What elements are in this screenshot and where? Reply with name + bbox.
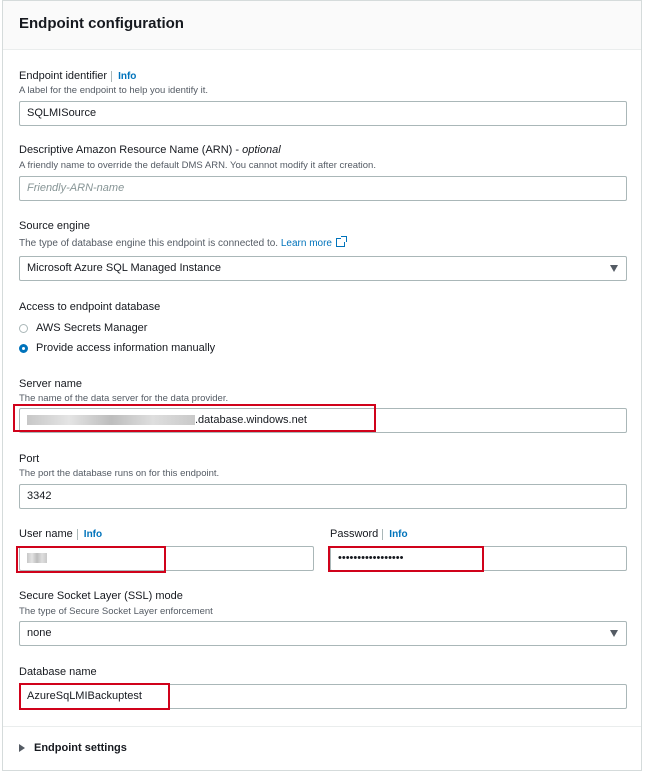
panel-title: Endpoint configuration xyxy=(19,15,184,32)
endpoint-identifier-label: Endpoint identifier Info xyxy=(19,70,137,82)
dropdown-arrow-icon xyxy=(610,630,618,637)
user-name-info-link[interactable]: Info xyxy=(76,529,103,540)
radio-label: Provide access information manually xyxy=(36,342,216,354)
source-engine-description: The type of database engine this endpoin… xyxy=(19,236,347,249)
port-input[interactable]: 3342 xyxy=(19,484,627,509)
radio-label: AWS Secrets Manager xyxy=(36,322,148,334)
ssl-mode-select[interactable]: none xyxy=(19,621,627,646)
port-description: The port the database runs on for this e… xyxy=(19,468,220,479)
endpoint-settings-expander[interactable]: Endpoint settings xyxy=(19,742,127,754)
ssl-mode-description: The type of Secure Socket Layer enforcem… xyxy=(19,606,213,617)
port-label: Port xyxy=(19,453,40,465)
arn-input[interactable]: Friendly-ARN-name xyxy=(19,176,627,201)
source-engine-description-text: The type of database engine this endpoin… xyxy=(19,238,279,249)
access-label: Access to endpoint database xyxy=(19,301,161,313)
arn-label: Descriptive Amazon Resource Name (ARN) -… xyxy=(19,144,281,156)
user-name-label: User name Info xyxy=(19,528,103,540)
endpoint-settings-label: Endpoint settings xyxy=(34,742,127,754)
learn-more-link[interactable]: Learn more xyxy=(281,238,332,249)
external-link-icon[interactable] xyxy=(336,236,347,247)
radio-aws-secrets-manager[interactable]: AWS Secrets Manager xyxy=(19,322,147,334)
source-engine-label: Source engine xyxy=(19,220,90,232)
highlight-box xyxy=(13,404,376,432)
ssl-mode-label: Secure Socket Layer (SSL) mode xyxy=(19,590,183,602)
server-name-description: The name of the data server for the data… xyxy=(19,393,229,404)
endpoint-identifier-description: A label for the endpoint to help you ide… xyxy=(19,85,209,96)
arn-optional-text: optional xyxy=(242,144,281,156)
radio-provide-access-manually[interactable]: Provide access information manually xyxy=(19,342,215,354)
source-engine-select[interactable]: Microsoft Azure SQL Managed Instance xyxy=(19,256,627,281)
password-label: Password Info xyxy=(330,528,408,540)
endpoint-identifier-input[interactable]: SQLMISource xyxy=(19,101,627,126)
database-name-label: Database name xyxy=(19,666,97,678)
radio-checked-icon[interactable] xyxy=(19,343,28,353)
dropdown-arrow-icon xyxy=(610,265,618,272)
endpoint-configuration-panel: Endpoint configuration Endpoint identifi… xyxy=(2,0,642,771)
highlight-box xyxy=(19,683,170,710)
password-info-link[interactable]: Info xyxy=(382,529,408,540)
highlight-box xyxy=(16,546,166,573)
divider xyxy=(3,726,641,727)
user-name-label-text: User name xyxy=(19,528,73,540)
highlight-box xyxy=(328,546,484,572)
arn-label-text: Descriptive Amazon Resource Name (ARN) - xyxy=(19,144,243,156)
password-label-text: Password xyxy=(330,528,379,540)
server-name-label: Server name xyxy=(19,378,82,390)
caret-right-icon xyxy=(19,744,25,752)
ssl-mode-value: none xyxy=(27,627,52,639)
radio-unchecked-icon[interactable] xyxy=(19,323,28,333)
endpoint-identifier-label-text: Endpoint identifier xyxy=(19,70,108,82)
panel-header: Endpoint configuration xyxy=(3,1,641,50)
arn-description: A friendly name to override the default … xyxy=(19,160,376,171)
endpoint-identifier-info-link[interactable]: Info xyxy=(111,71,137,82)
source-engine-value: Microsoft Azure SQL Managed Instance xyxy=(27,262,222,274)
